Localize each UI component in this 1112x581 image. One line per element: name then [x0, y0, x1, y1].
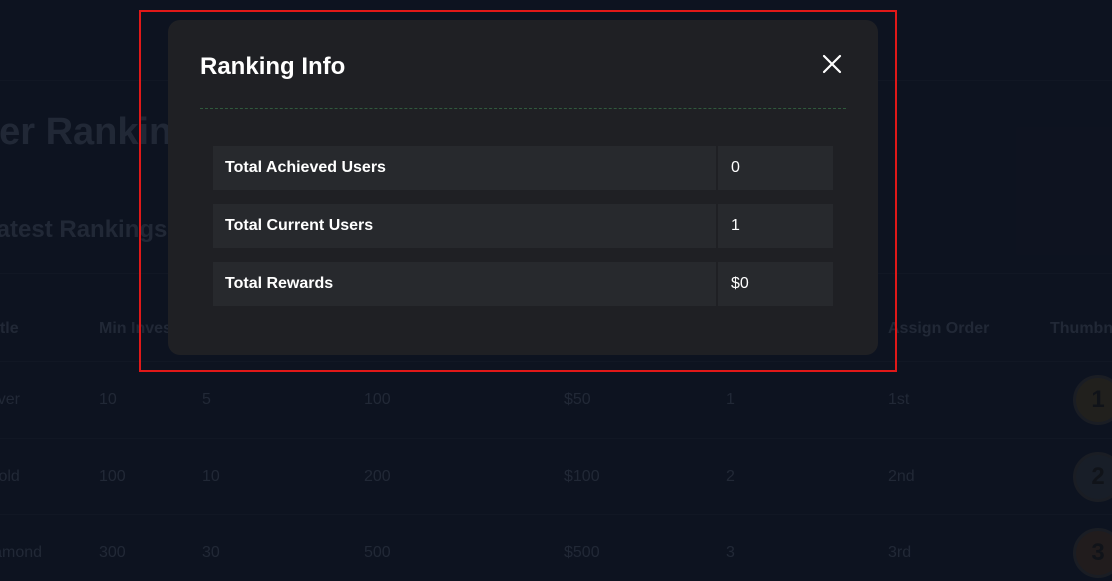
ranking-info-table: Total Achieved Users 0 Total Current Use…: [213, 146, 833, 320]
info-row-total-rewards: Total Rewards $0: [213, 262, 833, 306]
info-row-current-users: Total Current Users 1: [213, 204, 833, 248]
modal-title: Ranking Info: [200, 53, 346, 80]
info-label: Total Rewards: [213, 262, 716, 306]
info-label: Total Achieved Users: [213, 146, 716, 190]
info-value: 1: [718, 204, 833, 248]
info-value: $0: [718, 262, 833, 306]
modal-divider: [200, 108, 846, 109]
ranking-info-modal: Ranking Info Total Achieved Users 0 Tota…: [168, 20, 878, 355]
info-row-achieved-users: Total Achieved Users 0: [213, 146, 833, 190]
info-value: 0: [718, 146, 833, 190]
page: Tier Rankings Latest Rankings Title Min …: [0, 0, 1112, 581]
info-label: Total Current Users: [213, 204, 716, 248]
close-icon: [822, 54, 842, 74]
close-button[interactable]: [820, 52, 844, 76]
